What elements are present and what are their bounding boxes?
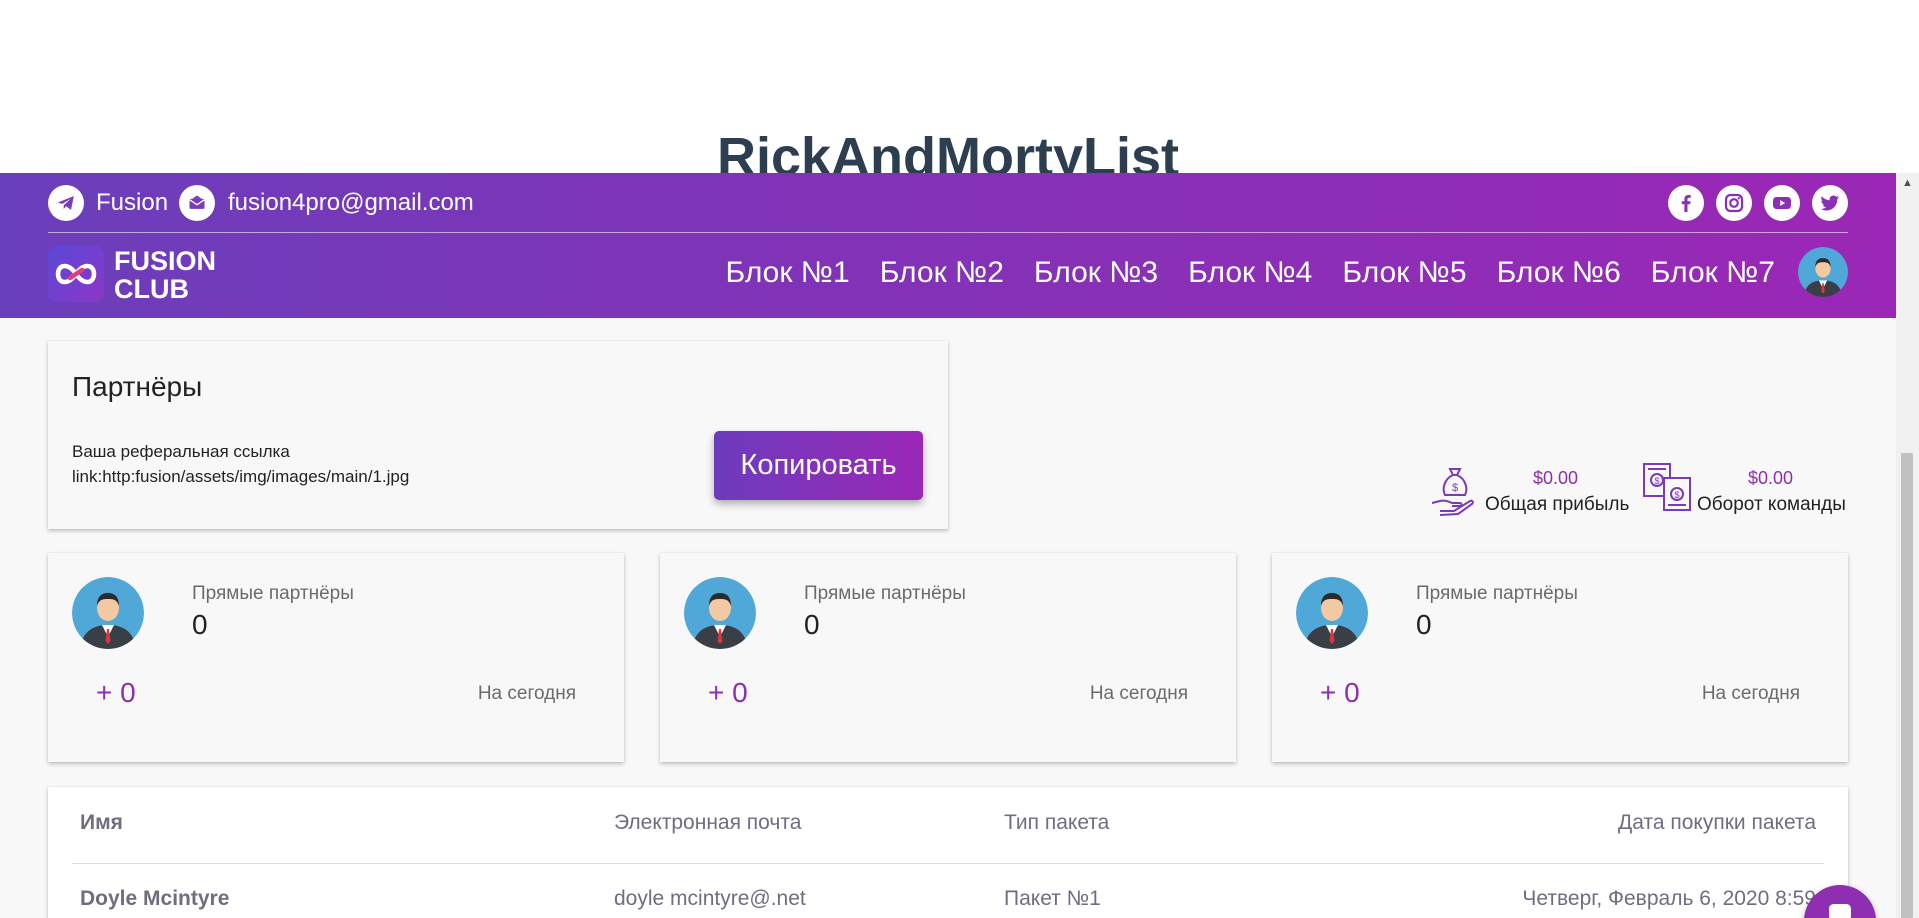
partner-avatar-icon (684, 577, 756, 649)
row-package: Пакет №1 (1004, 887, 1101, 910)
twitter-icon[interactable] (1812, 185, 1848, 221)
row-name: Doyle Mcintyre (80, 887, 230, 910)
partner-card-period: На сегодня (1701, 683, 1800, 704)
column-header-package[interactable]: Тип пакета (1004, 811, 1109, 835)
logo-line-1: FUSION (114, 246, 217, 276)
scrollbar-thumb[interactable] (1901, 453, 1913, 918)
nav-item-block-5[interactable]: Блок №5 (1342, 255, 1466, 291)
svg-text:$: $ (1654, 476, 1659, 486)
partner-avatar-icon (1296, 577, 1368, 649)
partner-avatar-icon (72, 577, 144, 649)
mail-icon[interactable] (179, 185, 215, 221)
user-avatar[interactable] (1798, 247, 1848, 297)
page: RickAndMortyList Fusion fusion4pro@gmail… (0, 0, 1919, 918)
nav-item-block-4[interactable]: Блок №4 (1188, 255, 1312, 291)
referral-label: Ваша реферальная ссылка (72, 442, 290, 461)
telegram-label[interactable]: Fusion (96, 190, 168, 216)
row-purchase-date: Четверг, Февраль 6, 2020 8:59 (1522, 887, 1816, 910)
instagram-icon[interactable] (1716, 185, 1752, 221)
scroll-up-arrow-icon[interactable]: ▲ (1896, 173, 1919, 193)
partner-card-delta: + 0 (96, 677, 136, 708)
logo-icon[interactable] (48, 246, 104, 302)
partner-card-delta: + 0 (1320, 677, 1360, 708)
nav-item-block-7[interactable]: Блок №7 (1651, 255, 1775, 291)
total-profit-label: Общая прибыль (1485, 494, 1630, 515)
partner-card-label: Прямые партнёры (804, 583, 966, 604)
column-header-email[interactable]: Электронная почта (614, 811, 801, 835)
partners-title: Партнёры (72, 371, 203, 402)
team-turnover-label: Оборот команды (1697, 494, 1846, 515)
partner-card: Прямые партнёры 0 + 0 На сегодня (48, 553, 624, 762)
column-header-purchase-date[interactable]: Дата покупки пакета (1618, 811, 1816, 835)
partner-card: Прямые партнёры 0 + 0 На сегодня (1272, 553, 1848, 762)
svg-text:$: $ (1452, 482, 1458, 494)
partner-card-period: На сегодня (1089, 683, 1188, 704)
header: Fusion fusion4pro@gmail.com FUSION CLUB … (0, 173, 1896, 318)
logo-line-2: CLUB (114, 274, 189, 304)
partner-card-period: На сегодня (477, 683, 576, 704)
vertical-scrollbar[interactable]: ▲ (1896, 173, 1919, 918)
exchange-documents-icon: $ $ (1642, 461, 1692, 518)
partner-card-delta: + 0 (708, 677, 748, 708)
telegram-icon[interactable] (48, 185, 84, 221)
row-email: doyle mcintyre@.net (614, 887, 806, 910)
app-content: Fusion fusion4pro@gmail.com FUSION CLUB … (0, 173, 1896, 918)
youtube-icon[interactable] (1764, 185, 1800, 221)
logo-text[interactable]: FUSION CLUB (114, 247, 216, 303)
partners-table: Имя Электронная почта Тип пакета Дата по… (48, 787, 1848, 918)
team-turnover-value: $0.00 (1748, 468, 1794, 488)
navbar: FUSION CLUB Блок №1 Блок №2 Блок №3 Блок… (48, 233, 1848, 318)
nav-menu: Блок №1 Блок №2 Блок №3 Блок №4 Блок №5 … (725, 255, 1775, 291)
copy-button[interactable]: Копировать (714, 431, 923, 500)
partner-card-label: Прямые партнёры (192, 583, 354, 604)
email-link[interactable]: fusion4pro@gmail.com (228, 190, 474, 216)
facebook-icon[interactable] (1668, 185, 1704, 221)
partner-card-count: 0 (192, 609, 208, 640)
nav-item-block-1[interactable]: Блок №1 (725, 255, 849, 291)
nav-item-block-2[interactable]: Блок №2 (880, 255, 1004, 291)
svg-text:$: $ (1674, 490, 1679, 500)
column-header-name[interactable]: Имя (80, 811, 123, 835)
partner-card: Прямые партнёры 0 + 0 На сегодня (660, 553, 1236, 762)
chat-icon (1825, 901, 1855, 918)
nav-item-block-6[interactable]: Блок №6 (1497, 255, 1621, 291)
referral-link: link:http:fusion/assets/img/images/main/… (72, 467, 410, 486)
table-divider (72, 863, 1824, 864)
contact-bar: Fusion fusion4pro@gmail.com (48, 173, 1848, 233)
partners-card: Партнёры Ваша реферальная ссылка link:ht… (48, 341, 948, 529)
total-profit-value: $0.00 (1533, 468, 1579, 488)
partner-card-label: Прямые партнёры (1416, 583, 1578, 604)
nav-item-block-3[interactable]: Блок №3 (1034, 255, 1158, 291)
money-bag-hand-icon: $ (1430, 465, 1480, 522)
partner-card-count: 0 (1416, 609, 1432, 640)
partner-card-count: 0 (804, 609, 820, 640)
